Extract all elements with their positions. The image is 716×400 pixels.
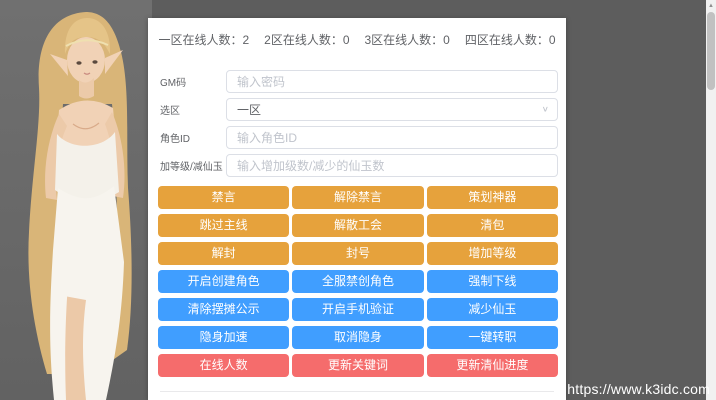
chevron-down-icon: ∨ — [542, 106, 549, 114]
online-count-button[interactable]: 在线人数 — [158, 354, 289, 377]
planner-tool-button[interactable]: 策划神器 — [427, 186, 558, 209]
zone1-online-count: 一区在线人数：2 — [158, 31, 249, 48]
ban-button[interactable]: 封号 — [292, 242, 423, 265]
skip-mainline-button[interactable]: 跳过主线 — [158, 214, 289, 237]
enable-phone-verify-button[interactable]: 开启手机验证 — [292, 298, 423, 321]
update-keywords-button[interactable]: 更新关键词 — [292, 354, 423, 377]
level-jade-row: 加等级/减仙玉 — [160, 154, 558, 177]
character-illustration — [0, 0, 152, 400]
unmute-button[interactable]: 解除禁言 — [292, 186, 423, 209]
button-row: 解封 封号 增加等级 — [158, 242, 558, 265]
add-level-button[interactable]: 增加等级 — [427, 242, 558, 265]
class-change-button[interactable]: 一键转职 — [427, 326, 558, 349]
watermark-url: https://www.k3idc.com — [567, 381, 710, 397]
disband-guild-button[interactable]: 解散工会 — [292, 214, 423, 237]
action-button-grid: 禁言 解除禁言 策划神器 跳过主线 解散工会 清包 解封 封号 增加等级 开启创… — [148, 182, 566, 377]
divider — [160, 391, 554, 392]
ban-create-role-button[interactable]: 全服禁创角色 — [292, 270, 423, 293]
unban-button[interactable]: 解封 — [158, 242, 289, 265]
enable-create-role-button[interactable]: 开启创建角色 — [158, 270, 289, 293]
button-row: 清除摆摊公示 开启手机验证 减少仙玉 — [158, 298, 558, 321]
scrollbar-thumb[interactable] — [707, 12, 715, 90]
server-select-value: 一区 — [237, 101, 261, 118]
gm-code-row: GM码 — [160, 70, 558, 93]
button-row: 隐身加速 取消隐身 一键转职 — [158, 326, 558, 349]
character-image — [0, 0, 152, 400]
zone3-online-count: 3区在线人数：0 — [365, 31, 450, 48]
scrollbar[interactable]: ▲ — [706, 0, 716, 400]
role-id-label: 角色ID — [160, 130, 226, 145]
mute-button[interactable]: 禁言 — [158, 186, 289, 209]
scroll-up-icon[interactable]: ▲ — [706, 0, 716, 12]
force-offline-button[interactable]: 强制下线 — [427, 270, 558, 293]
zone2-online-count: 2区在线人数：0 — [264, 31, 349, 48]
gm-code-input[interactable] — [226, 70, 558, 93]
button-row: 跳过主线 解散工会 清包 — [158, 214, 558, 237]
update-progress-button[interactable]: 更新清仙进度 — [427, 354, 558, 377]
server-select-label: 选区 — [160, 102, 226, 117]
level-jade-input[interactable] — [226, 154, 558, 177]
gm-form: GM码 选区 一区 ∨ 角色ID 加等级/减仙玉 — [148, 60, 566, 177]
stealth-speedup-button[interactable]: 隐身加速 — [158, 326, 289, 349]
server-online-counts: 一区在线人数：2 2区在线人数：0 3区在线人数：0 四区在线人数：0 — [148, 18, 566, 60]
reduce-jade-button[interactable]: 减少仙玉 — [427, 298, 558, 321]
gm-code-label: GM码 — [160, 74, 226, 89]
cancel-stealth-button[interactable]: 取消隐身 — [292, 326, 423, 349]
gm-panel: 一区在线人数：2 2区在线人数：0 3区在线人数：0 四区在线人数：0 GM码 … — [148, 18, 566, 400]
clear-stall-notice-button[interactable]: 清除摆摊公示 — [158, 298, 289, 321]
role-id-input[interactable] — [226, 126, 558, 149]
role-id-row: 角色ID — [160, 126, 558, 149]
server-select[interactable]: 一区 ∨ — [226, 98, 558, 121]
button-row: 在线人数 更新关键词 更新清仙进度 — [158, 354, 558, 377]
clear-bag-button[interactable]: 清包 — [427, 214, 558, 237]
level-jade-label: 加等级/减仙玉 — [160, 158, 226, 173]
button-row: 禁言 解除禁言 策划神器 — [158, 186, 558, 209]
button-row: 开启创建角色 全服禁创角色 强制下线 — [158, 270, 558, 293]
server-select-row: 选区 一区 ∨ — [160, 98, 558, 121]
zone4-online-count: 四区在线人数：0 — [465, 31, 556, 48]
